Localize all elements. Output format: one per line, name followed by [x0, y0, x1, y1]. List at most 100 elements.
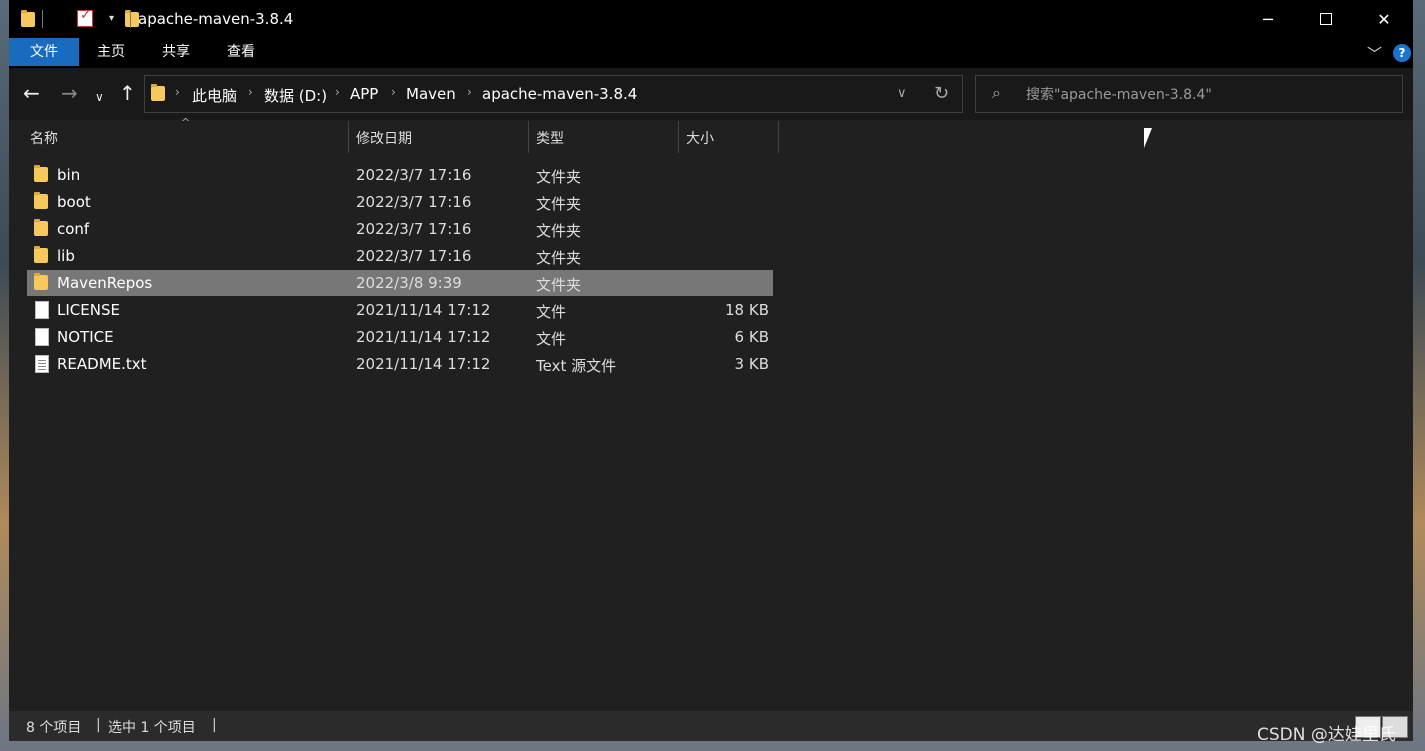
title-bar: ✓ ▾ apache-maven-3.8.4 ─ ✕ [9, 0, 1413, 38]
file-name: bin [57, 166, 81, 184]
column-divider[interactable] [778, 121, 779, 153]
column-header-type[interactable]: 类型 [536, 128, 564, 148]
file-name: conf [57, 220, 90, 238]
file-type: 文件 [536, 330, 567, 348]
file-name: MavenRepos [57, 274, 153, 292]
breadcrumb-maven[interactable]: Maven [406, 85, 456, 103]
breadcrumb-drive-d[interactable]: 数据 (D:) [264, 85, 327, 106]
file-name: lib [57, 247, 75, 265]
text-file-icon [35, 355, 49, 373]
watermark: CSDN @达娃里氏 [1257, 725, 1396, 745]
breadcrumb-separator-icon[interactable]: › [248, 85, 253, 99]
list-item-selected[interactable]: MavenRepos 2022/3/8 9:39 文件夹 [27, 270, 773, 296]
file-type: 文件 [536, 303, 567, 321]
file-date: 2021/11/14 17:12 [356, 301, 491, 319]
list-item[interactable]: NOTICE 2021/11/14 17:12 文件 6 KB [27, 324, 773, 350]
file-name: boot [57, 193, 91, 211]
properties-icon[interactable]: ✓ [77, 8, 94, 27]
address-dropdown-icon[interactable]: ∨ [897, 86, 907, 101]
expand-ribbon-icon[interactable]: ﹀ [1367, 43, 1382, 64]
minimize-button[interactable]: ─ [1239, 0, 1297, 38]
column-header-date[interactable]: 修改日期 [356, 128, 412, 148]
window-title: apache-maven-3.8.4 [138, 10, 294, 28]
file-date: 2022/3/7 17:16 [356, 220, 472, 238]
maximize-icon [1320, 13, 1332, 25]
item-count: 8 个项目 [26, 720, 82, 736]
folder-icon [151, 84, 165, 101]
folder-icon [34, 273, 48, 290]
quick-access-dropdown-icon[interactable]: ▾ [109, 13, 114, 31]
file-size: 18 KB [725, 301, 769, 319]
up-button[interactable]: ↑ [119, 82, 136, 104]
file-date: 2022/3/7 17:16 [356, 247, 472, 265]
list-item[interactable]: LICENSE 2021/11/14 17:12 文件 18 KB [27, 297, 773, 323]
tab-file[interactable]: 文件 [9, 38, 79, 66]
file-date: 2022/3/8 9:39 [356, 274, 462, 292]
mouse-cursor-icon [1144, 128, 1152, 148]
column-divider[interactable] [528, 121, 529, 153]
status-bar: 8 个项目 | 选中 1 个项目 | [9, 711, 1413, 741]
refresh-icon[interactable]: ↻ [934, 83, 949, 104]
list-item[interactable]: README.txt 2021/11/14 17:12 Text 源文件 3 K… [27, 351, 773, 377]
breadcrumb-separator-icon[interactable]: › [391, 85, 396, 99]
file-date: 2022/3/7 17:16 [356, 193, 472, 211]
back-button[interactable]: ← [23, 82, 40, 104]
divider [130, 10, 131, 28]
file-size: 3 KB [734, 355, 769, 373]
ribbon-tabs: 文件 主页 共享 查看 ﹀ [9, 38, 1413, 68]
column-header-name[interactable]: 名称 [30, 128, 58, 148]
folder-icon [34, 246, 48, 263]
recent-locations-dropdown[interactable]: ∨ [95, 86, 104, 108]
help-icon[interactable]: ? [1393, 44, 1411, 62]
close-button[interactable]: ✕ [1355, 0, 1413, 38]
maximize-button[interactable] [1297, 0, 1355, 38]
column-divider[interactable] [348, 121, 349, 153]
navigation-bar: ← → ∨ ↑ › 此电脑 › 数据 (D:) › APP › Maven › … [9, 68, 1413, 120]
folder-icon [21, 10, 35, 27]
file-type: 文件夹 [536, 195, 582, 213]
file-type: 文件夹 [536, 168, 582, 186]
folder-icon [34, 165, 48, 182]
address-bar[interactable]: › 此电脑 › 数据 (D:) › APP › Maven › apache-m… [144, 75, 963, 113]
list-item[interactable]: lib 2022/3/7 17:16 文件夹 [27, 243, 773, 269]
breadcrumb-separator-icon[interactable]: › [335, 85, 340, 99]
list-item[interactable]: boot 2022/3/7 17:16 文件夹 [27, 189, 773, 215]
file-icon [35, 328, 49, 346]
file-explorer-window: ✓ ▾ apache-maven-3.8.4 ─ ✕ 文件 主页 共享 查看 ﹀… [9, 0, 1413, 741]
list-item[interactable]: conf 2022/3/7 17:16 文件夹 [27, 216, 773, 242]
breadcrumb-app[interactable]: APP [350, 85, 378, 103]
divider: | [212, 717, 217, 733]
selected-count: 选中 1 个项目 [108, 720, 196, 736]
file-name: LICENSE [57, 301, 120, 319]
column-divider[interactable] [678, 121, 679, 153]
file-type: 文件夹 [536, 249, 582, 267]
divider: | [96, 717, 101, 733]
folder-icon [34, 219, 48, 236]
file-date: 2022/3/7 17:16 [356, 166, 472, 184]
file-name: README.txt [57, 355, 147, 373]
sort-ascending-icon: ^ [181, 116, 191, 129]
search-box[interactable]: ⌕ [975, 75, 1403, 113]
close-icon: ✕ [1377, 9, 1391, 29]
tab-share[interactable]: 共享 [146, 38, 206, 66]
file-type: Text 源文件 [536, 357, 617, 375]
file-size: 6 KB [734, 328, 769, 346]
file-type: 文件夹 [536, 276, 582, 294]
breadcrumb-this-pc[interactable]: 此电脑 [192, 85, 237, 106]
column-header-size[interactable]: 大小 [686, 128, 714, 148]
tab-view[interactable]: 查看 [211, 38, 271, 66]
tab-home[interactable]: 主页 [81, 38, 141, 66]
file-icon [35, 301, 49, 319]
breadcrumb-separator-icon[interactable]: › [175, 85, 180, 99]
breadcrumb-separator-icon[interactable]: › [467, 85, 472, 99]
search-input[interactable] [1024, 84, 1388, 106]
file-name: NOTICE [57, 328, 114, 346]
breadcrumb-current-folder[interactable]: apache-maven-3.8.4 [482, 85, 637, 103]
search-icon: ⌕ [992, 83, 1001, 102]
folder-icon [34, 192, 48, 209]
list-item[interactable]: bin 2022/3/7 17:16 文件夹 [27, 162, 773, 188]
file-date: 2021/11/14 17:12 [356, 328, 491, 346]
file-type: 文件夹 [536, 222, 582, 240]
divider [42, 10, 43, 28]
forward-button[interactable]: → [61, 82, 78, 104]
